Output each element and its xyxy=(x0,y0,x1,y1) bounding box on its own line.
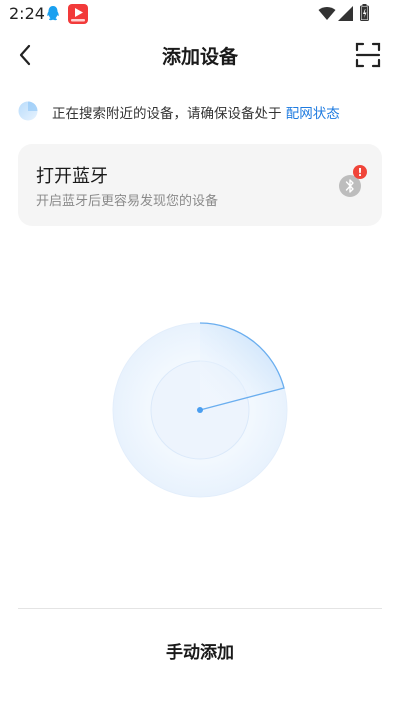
bluetooth-card-subtitle: 开启蓝牙后更容易发现您的设备 xyxy=(36,194,219,209)
notice-message: 正在搜索附近的设备，请确保设备处于 xyxy=(52,106,282,122)
svg-text:!: ! xyxy=(357,166,362,179)
status-time: 2:24 xyxy=(9,4,45,23)
device-search-radar xyxy=(112,322,288,498)
scan-button[interactable] xyxy=(355,42,381,68)
video-app-icon xyxy=(68,4,88,24)
bottom-divider xyxy=(18,608,382,609)
search-notice: 正在搜索附近的设备，请确保设备处于 配网状态 xyxy=(18,100,388,122)
notice-text: 正在搜索附近的设备，请确保设备处于 配网状态 xyxy=(52,102,340,122)
add-device-screen: 2:24 添加设备 正在搜索附近的设备，请确保设备处于 配网状态 打开蓝牙 开启… xyxy=(0,0,400,711)
qq-icon xyxy=(47,6,59,21)
scan-icon xyxy=(355,42,381,68)
alert-badge: ! xyxy=(353,165,367,179)
header: 添加设备 xyxy=(0,32,400,78)
bluetooth-off-icon: ! xyxy=(339,165,367,197)
battery-icon xyxy=(360,4,369,21)
bluetooth-card-title: 打开蓝牙 xyxy=(36,166,108,187)
signal-icon xyxy=(338,6,353,21)
manual-add-button[interactable]: 手动添加 xyxy=(0,630,400,676)
network-config-status-link[interactable]: 配网状态 xyxy=(286,106,340,122)
status-bar: 2:24 xyxy=(0,0,400,28)
page-title: 添加设备 xyxy=(161,46,238,68)
radar-center-dot xyxy=(197,407,203,413)
search-spinner-icon xyxy=(18,101,38,121)
wifi-icon xyxy=(318,7,336,20)
enable-bluetooth-card[interactable]: 打开蓝牙 开启蓝牙后更容易发现您的设备 ! xyxy=(18,144,382,226)
